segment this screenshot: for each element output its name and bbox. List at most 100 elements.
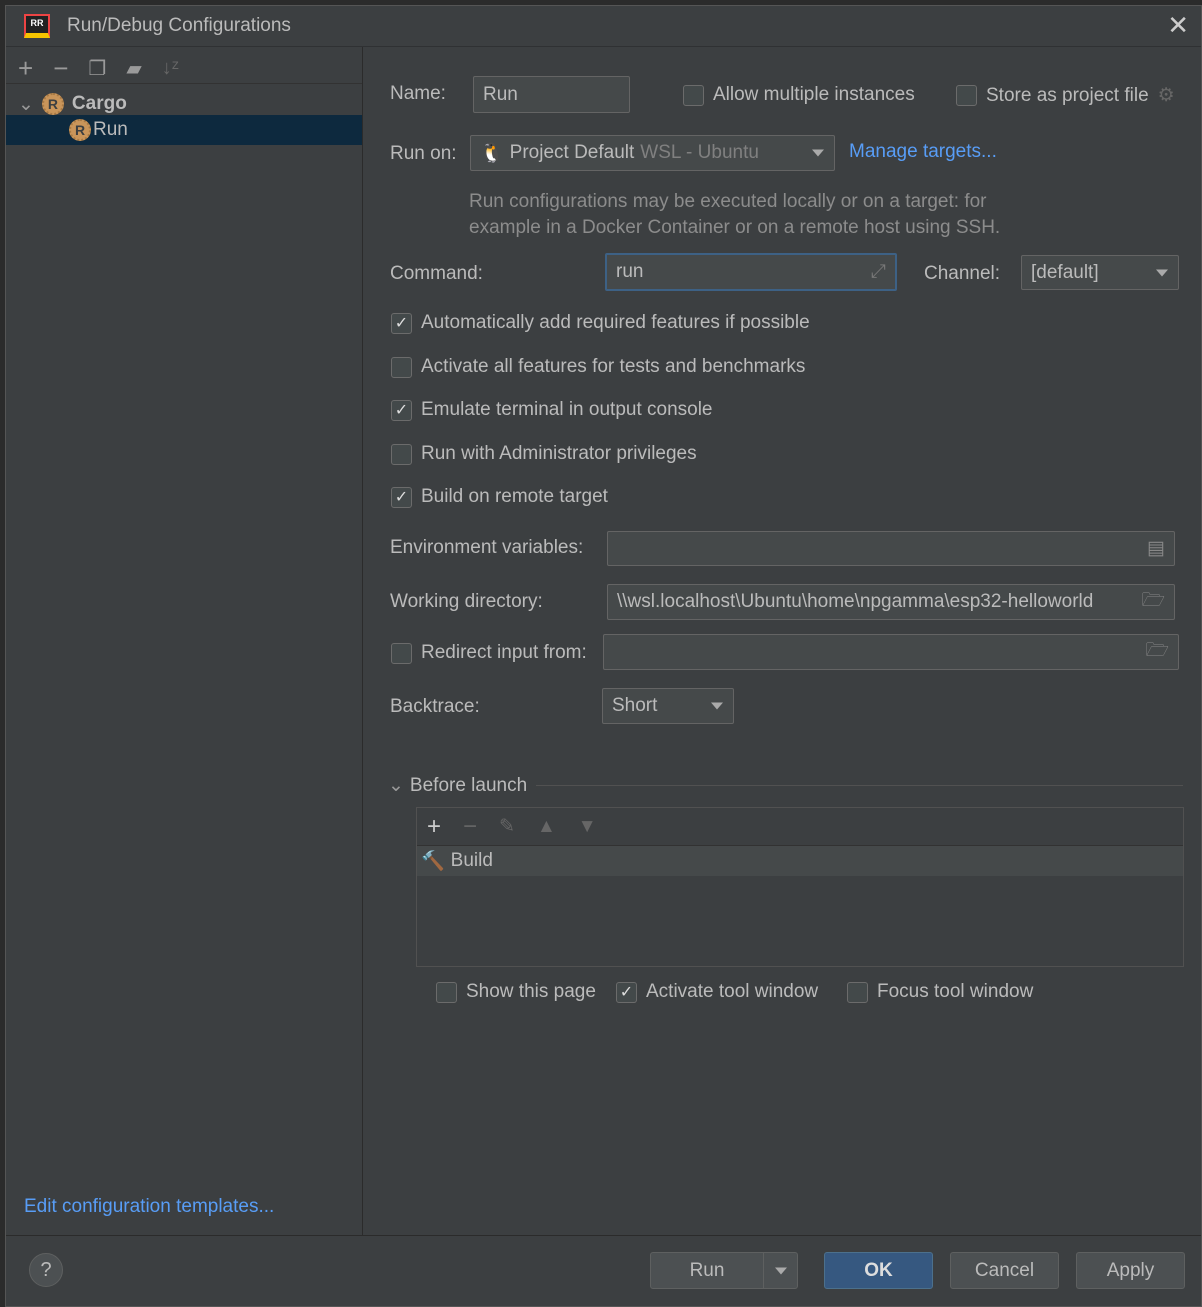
checkbox-label: Activate all features for tests and benc…: [421, 356, 806, 377]
chevron-down-icon[interactable]: ⌄: [388, 774, 404, 797]
edit-templates-link[interactable]: Edit configuration templates...: [24, 1196, 274, 1218]
before-launch-header[interactable]: ⌄ Before launch: [388, 774, 527, 797]
checkbox-box[interactable]: [683, 84, 704, 106]
checkbox-checked[interactable]: ✓: [391, 312, 412, 334]
checkbox-box[interactable]: [956, 85, 977, 106]
wd-label: Working directory:: [390, 591, 543, 612]
linux-icon: 🐧: [480, 143, 504, 164]
list-item-build[interactable]: 🔨 Build: [417, 846, 1183, 876]
checkbox-label: Activate tool window: [646, 981, 819, 1002]
move-up-icon[interactable]: ▲: [537, 816, 556, 838]
run-split-button[interactable]: Run: [650, 1252, 798, 1289]
wd-value: \\wsl.localhost\Ubuntu\home\npgamma\esp3…: [617, 591, 1094, 612]
dropdown-arrow-icon[interactable]: [775, 1267, 787, 1274]
check-auto-features[interactable]: ✓ Automatically add required features if …: [391, 312, 810, 334]
name-label: Name:: [390, 83, 446, 104]
command-value: run: [616, 261, 644, 282]
env-label: Environment variables:: [390, 537, 584, 558]
checkbox-label: Focus tool window: [877, 981, 1034, 1002]
hint-line: example in a Docker Container or on a re…: [469, 217, 1001, 238]
checkbox-box[interactable]: [847, 981, 868, 1003]
show-page-checkbox[interactable]: Show this page: [436, 981, 596, 1003]
redirect-input[interactable]: 🗁: [603, 634, 1179, 670]
checkbox-checked[interactable]: ✓: [391, 486, 412, 508]
checkbox-checked[interactable]: ✓: [391, 399, 412, 421]
command-label: Command:: [390, 263, 483, 284]
checkbox-box[interactable]: [391, 443, 412, 465]
checkbox-label: Run with Administrator privileges: [421, 443, 697, 464]
check-emulate-terminal[interactable]: ✓ Emulate terminal in output console: [391, 399, 713, 421]
checkbox-box[interactable]: [436, 981, 457, 1003]
tree-toolbar: + − ❐ ▰ ↓ᶻ: [18, 53, 179, 83]
wd-input[interactable]: \\wsl.localhost\Ubuntu\home\npgamma\esp3…: [607, 584, 1175, 620]
redirect-checkbox[interactable]: Redirect input from:: [391, 642, 587, 664]
check-build-remote[interactable]: ✓ Build on remote target: [391, 486, 608, 508]
add-icon[interactable]: +: [18, 53, 33, 84]
remove-icon[interactable]: −: [463, 813, 477, 841]
rust-icon: R: [69, 119, 91, 141]
checkbox-label: Store as project file: [986, 84, 1149, 106]
tree-label: Run: [93, 119, 128, 140]
run-on-hint: Run configurations may be executed local…: [469, 189, 1000, 241]
checkbox-label: Allow multiple instances: [713, 84, 915, 105]
name-value: Run: [483, 83, 518, 105]
apply-button[interactable]: Apply: [1076, 1252, 1185, 1289]
close-icon[interactable]: ✕: [1167, 10, 1189, 41]
move-down-icon[interactable]: ▼: [578, 816, 597, 838]
check-admin[interactable]: Run with Administrator privileges: [391, 443, 697, 465]
expand-icon[interactable]: ⤢: [871, 261, 886, 283]
add-icon[interactable]: +: [427, 813, 441, 841]
document-icon[interactable]: ▤: [1147, 537, 1165, 560]
channel-select[interactable]: [default]: [1021, 255, 1179, 290]
help-button[interactable]: ?: [29, 1253, 63, 1287]
run-on-label: Run on:: [390, 143, 457, 164]
env-input[interactable]: ▤: [607, 531, 1175, 566]
run-on-value: Project Default: [509, 142, 635, 163]
config-tree-panel: + − ❐ ▰ ↓ᶻ ⌄ R Cargo R Run Edit configur…: [6, 47, 363, 1235]
checkbox-label: Build on remote target: [421, 486, 608, 507]
checkbox-label: Show this page: [466, 981, 596, 1002]
dropdown-arrow-icon: [711, 702, 723, 710]
checkbox-box[interactable]: [391, 356, 412, 378]
new-folder-icon[interactable]: ▰: [126, 56, 141, 81]
chevron-down-icon[interactable]: ⌄: [18, 93, 34, 116]
run-on-select[interactable]: 🐧 Project Default WSL - Ubuntu: [470, 135, 835, 171]
checkbox-label: Emulate terminal in output console: [421, 399, 713, 420]
activate-tool-checkbox[interactable]: ✓ Activate tool window: [616, 981, 818, 1003]
backtrace-label: Backtrace:: [390, 696, 480, 717]
before-launch-toolbar: + − ✎ ▲ ▼: [417, 808, 1183, 846]
build-label: Build: [450, 850, 493, 871]
copy-icon[interactable]: ❐: [88, 56, 106, 81]
checkbox-checked[interactable]: ✓: [616, 981, 637, 1003]
ok-button[interactable]: OK: [824, 1252, 933, 1289]
hint-line: Run configurations may be executed local…: [469, 191, 987, 212]
tree-item-run[interactable]: R Run: [6, 115, 362, 145]
cancel-button[interactable]: Cancel: [950, 1252, 1059, 1289]
checkbox-label: Redirect input from:: [421, 642, 587, 663]
focus-tool-checkbox[interactable]: Focus tool window: [847, 981, 1033, 1003]
check-all-features[interactable]: Activate all features for tests and benc…: [391, 356, 805, 378]
folder-icon[interactable]: 🗁: [1145, 636, 1169, 668]
folder-icon[interactable]: 🗁: [1141, 586, 1165, 618]
before-launch-title: Before launch: [409, 774, 528, 796]
name-input[interactable]: Run: [473, 76, 630, 113]
backtrace-value: Short: [612, 695, 658, 716]
before-launch-list: + − ✎ ▲ ▼ 🔨 Build: [416, 807, 1184, 967]
manage-targets-link[interactable]: Manage targets...: [849, 141, 997, 163]
store-project-checkbox[interactable]: Store as project file ⚙: [956, 84, 1175, 107]
run-button-label: Run: [689, 1259, 725, 1281]
channel-value: [default]: [1031, 261, 1099, 283]
gear-icon[interactable]: ⚙: [1158, 84, 1175, 107]
backtrace-select[interactable]: Short: [602, 688, 734, 724]
dropdown-arrow-icon: [1156, 269, 1168, 276]
remove-icon[interactable]: −: [53, 53, 68, 84]
hammer-icon: 🔨: [421, 851, 445, 872]
channel-label: Channel:: [924, 263, 1001, 284]
sort-icon[interactable]: ↓ᶻ: [162, 57, 179, 80]
allow-multiple-checkbox[interactable]: Allow multiple instances: [683, 84, 915, 106]
tree-label: Cargo: [71, 93, 127, 114]
app-logo: RR: [24, 14, 50, 38]
checkbox-box[interactable]: [391, 642, 412, 664]
command-input[interactable]: run ⤢: [605, 253, 897, 291]
edit-icon[interactable]: ✎: [499, 815, 515, 838]
